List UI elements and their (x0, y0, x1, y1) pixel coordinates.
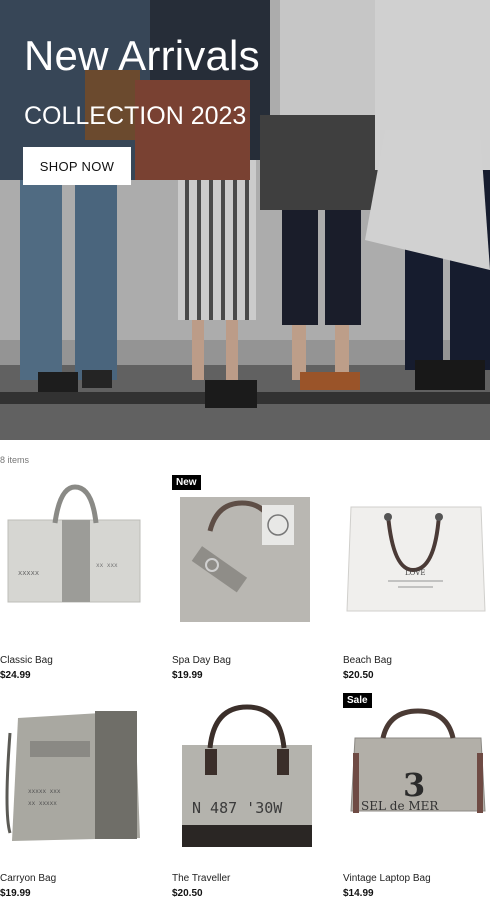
product-price: $19.99 (0, 888, 31, 899)
hero-title: New Arrivals (24, 32, 260, 79)
shop-now-button[interactable]: SHOP NOW (23, 147, 131, 185)
product-card-spa-day-bag[interactable]: New Spa Day Bag $19.99 (172, 475, 322, 685)
product-image[interactable]: LOVE (343, 475, 490, 635)
product-name[interactable]: Beach Bag (343, 655, 392, 666)
traveller-print: N 487 '30W (192, 799, 283, 817)
product-name[interactable]: Classic Bag (0, 655, 53, 666)
svg-text:xx xxx: xx xxx (96, 562, 118, 569)
svg-text:xx xxxxx: xx xxxxx (28, 800, 57, 807)
laptop-bag-print: SEL de MER (361, 799, 439, 813)
product-name[interactable]: Vintage Laptop Bag (343, 873, 431, 884)
spa-day-bag-image (180, 497, 310, 622)
product-badge-sale: Sale (343, 693, 372, 708)
svg-text:xxxxx: xxxxx (18, 569, 39, 577)
product-name[interactable]: Spa Day Bag (172, 655, 231, 666)
product-price: $14.99 (343, 888, 374, 899)
product-image[interactable]: xxxxx xx xxx (0, 475, 150, 635)
product-card-beach-bag[interactable]: LOVE Beach Bag $20.50 (343, 475, 490, 685)
hero-banner: New Arrivals COLLECTION 2023 SHOP NOW (0, 0, 490, 440)
product-price: $19.99 (172, 670, 203, 681)
product-price: $20.50 (172, 888, 203, 899)
product-image[interactable]: xxxxx xxx xx xxxxx (0, 693, 150, 853)
product-card-vintage-laptop-bag[interactable]: 3 SEL de MER Sale Vintage Laptop Bag $14… (343, 693, 490, 900)
product-badge-new: New (172, 475, 201, 490)
vintage-laptop-bag-image: 3 SEL de MER (350, 708, 486, 813)
traveller-bag-image: N 487 '30W (182, 704, 312, 847)
item-count: 8 items (0, 455, 30, 465)
hero-subtitle: COLLECTION 2023 (24, 102, 247, 130)
product-image[interactable]: N 487 '30W (172, 693, 322, 853)
beach-bag-print: LOVE (405, 569, 425, 577)
product-image[interactable]: 3 SEL de MER (343, 693, 490, 853)
product-card-carryon-bag[interactable]: xxxxx xxx xx xxxxx Carryon Bag $19.99 (0, 693, 150, 900)
product-image[interactable] (172, 475, 322, 635)
product-name[interactable]: Carryon Bag (0, 873, 56, 884)
product-price: $20.50 (343, 670, 374, 681)
beach-bag-image: LOVE (346, 506, 486, 612)
product-name[interactable]: The Traveller (172, 873, 230, 884)
classic-bag-image: xxxxx xx xxx (7, 484, 141, 603)
svg-text:xxxxx xxx: xxxxx xxx (28, 788, 61, 795)
product-price: $24.99 (0, 670, 31, 681)
product-card-the-traveller[interactable]: N 487 '30W The Traveller $20.50 (172, 693, 322, 900)
carryon-bag-image: xxxxx xxx xx xxxxx (5, 711, 140, 841)
product-card-classic-bag[interactable]: xxxxx xx xxx Classic Bag $24.99 (0, 475, 150, 685)
